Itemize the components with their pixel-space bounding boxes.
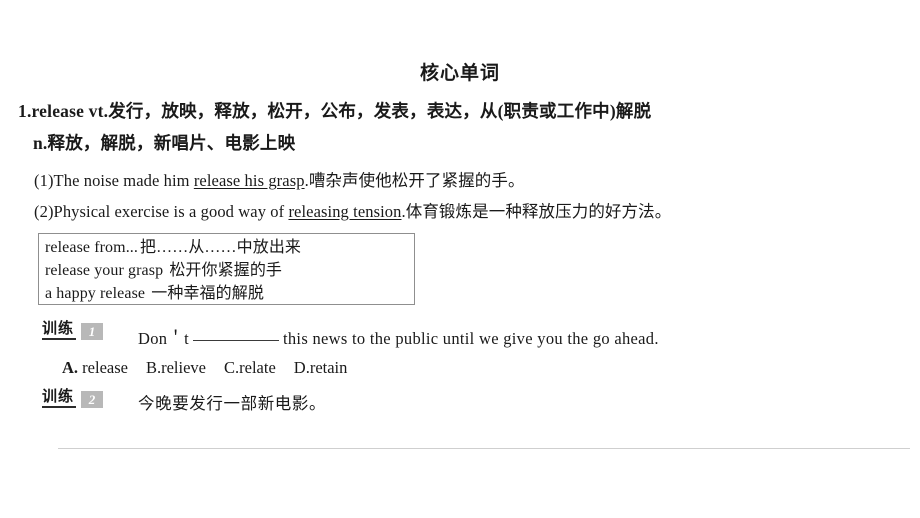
answer-blank[interactable] [193, 328, 279, 341]
drill-2-prompt: 今晚要发行一部新电影。 [138, 394, 327, 413]
section-divider [58, 448, 910, 449]
drill-badge-2-label: 训练 [42, 388, 77, 408]
worksheet-page: 核心单词 1.release vt.发行，放映，释放，松开，公布，发表，表达，从… [0, 0, 920, 518]
phrase-en: release from... [45, 239, 139, 256]
option-d-text: retain [309, 358, 348, 377]
phrase-cn: 松开你紧握的手 [169, 262, 283, 279]
drill-badge-2-number: 2 [81, 391, 104, 408]
phrase-row: release your grasp 松开你紧握的手 [45, 259, 414, 282]
phrase-en: a happy release [45, 285, 146, 302]
phrase-cn: 把……从……中放出来 [140, 239, 302, 256]
option-b-key: B. [145, 358, 162, 377]
option-d[interactable]: D.retain [294, 358, 348, 377]
option-a-key: A. [62, 358, 79, 377]
example-1-translation: 嘈杂声使他松开了紧握的手。 [308, 171, 525, 190]
option-a[interactable]: A. release [62, 358, 128, 377]
drill-badge-1: 训练 1 [42, 320, 104, 340]
option-d-key: D. [293, 358, 310, 377]
entry-definition-verb: 1.release vt.发行，放映，释放，松开，公布，发表，表达，从(职责或工… [18, 101, 652, 121]
example-2-translation: 体育锻炼是一种释放压力的好方法。 [405, 202, 672, 221]
drill-1-options: A. release B.relieve C.relate D.retain [62, 358, 365, 378]
example-2-underlined-phrase: releasing tension [288, 202, 402, 221]
example-1-before: The noise made him [53, 171, 194, 190]
page-title: 核心单词 [419, 63, 500, 84]
example-sentence-1: (1)The noise made him release his grasp.… [34, 167, 525, 191]
example-sentence-2: (2)Physical exercise is a good way of re… [34, 198, 671, 222]
drill-badge-1-number: 1 [81, 323, 104, 340]
option-b-text: relieve [161, 358, 206, 377]
phrase-cn: 一种幸福的解脱 [151, 285, 264, 302]
example-2-index: (2) [34, 202, 54, 221]
option-b[interactable]: B.relieve [146, 358, 206, 377]
entry-definition-noun: n.释放，解脱，新唱片、电影上映 [33, 133, 296, 153]
drill-1-question: Don＇t this news to the public until we gi… [138, 325, 659, 349]
phrase-en: release your grasp [45, 262, 164, 279]
drill-badge-1-label: 训练 [42, 320, 77, 340]
example-2-before: Physical exercise is a good way of [53, 202, 289, 221]
option-c-text: relate [239, 358, 276, 377]
option-c-key: C. [224, 358, 240, 377]
option-c[interactable]: C.relate [224, 358, 276, 377]
phrase-row: a happy release 一种幸福的解脱 [45, 282, 414, 305]
drill-1-question-after: this news to the public until we give yo… [283, 329, 659, 348]
drill-1-question-before: Don＇t [138, 329, 189, 348]
phrase-row: release from... 把……从……中放出来 [45, 236, 414, 259]
phrase-collocation-box: release from... 把……从……中放出来 release your g… [38, 233, 415, 305]
drill-badge-2: 训练 2 [42, 388, 104, 408]
example-1-index: (1) [34, 171, 54, 190]
example-1-underlined-phrase: release his grasp [193, 171, 305, 190]
option-a-text: release [78, 358, 128, 377]
